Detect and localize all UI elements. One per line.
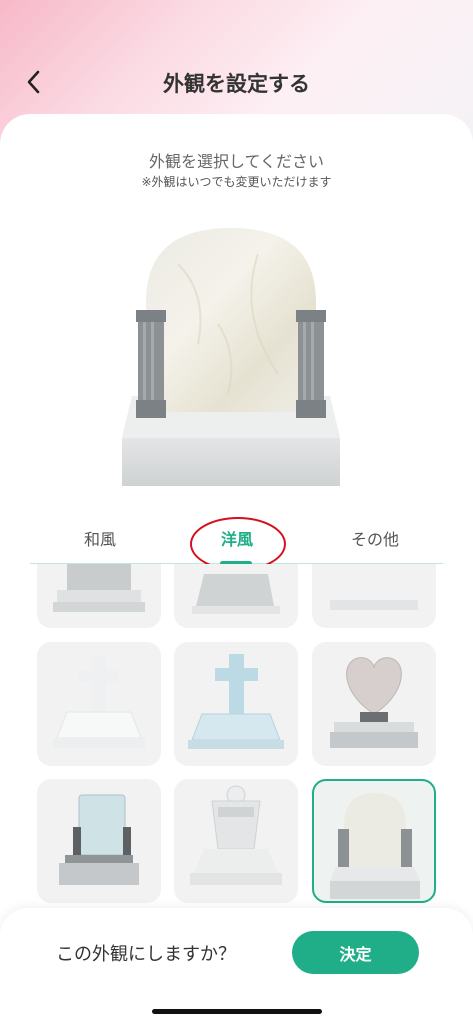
- red-circle-annotation: [190, 517, 286, 571]
- confirm-question: この外観にしますか？: [56, 944, 236, 965]
- home-indicator: [152, 1009, 322, 1014]
- header: 外観を設定する: [0, 52, 473, 112]
- confirm-footer: この外観にしますか？ 決定: [0, 908, 473, 1024]
- instruction-text: 外観を選択してください: [148, 152, 325, 171]
- selected-gravestone-preview: [118, 224, 344, 486]
- gravestone-tile-blue-cross[interactable]: [174, 642, 298, 766]
- gravestone-tile-glass-panel[interactable]: [37, 779, 161, 903]
- gravestone-tile-japanese-upright[interactable]: [37, 564, 161, 628]
- gravestone-tile-western-flat[interactable]: [174, 564, 298, 628]
- tab-other[interactable]: その他: [315, 526, 435, 550]
- gravestone-tile-white-cross[interactable]: [37, 642, 161, 766]
- tab-japanese[interactable]: 和風: [40, 526, 160, 550]
- gravestone-tile-heart[interactable]: [312, 642, 436, 766]
- gravestone-tile-arched-pillar[interactable]: [312, 779, 436, 903]
- gravestone-tile-plate[interactable]: [312, 564, 436, 628]
- page-title: 外観を設定する: [163, 72, 310, 96]
- instruction-subtext: ※外観はいつでも変更いただけます: [141, 175, 332, 189]
- gravestone-grid: [0, 564, 473, 909]
- gravestone-tile-pillar-medallion[interactable]: [174, 779, 298, 903]
- decide-button[interactable]: 決定: [292, 931, 419, 974]
